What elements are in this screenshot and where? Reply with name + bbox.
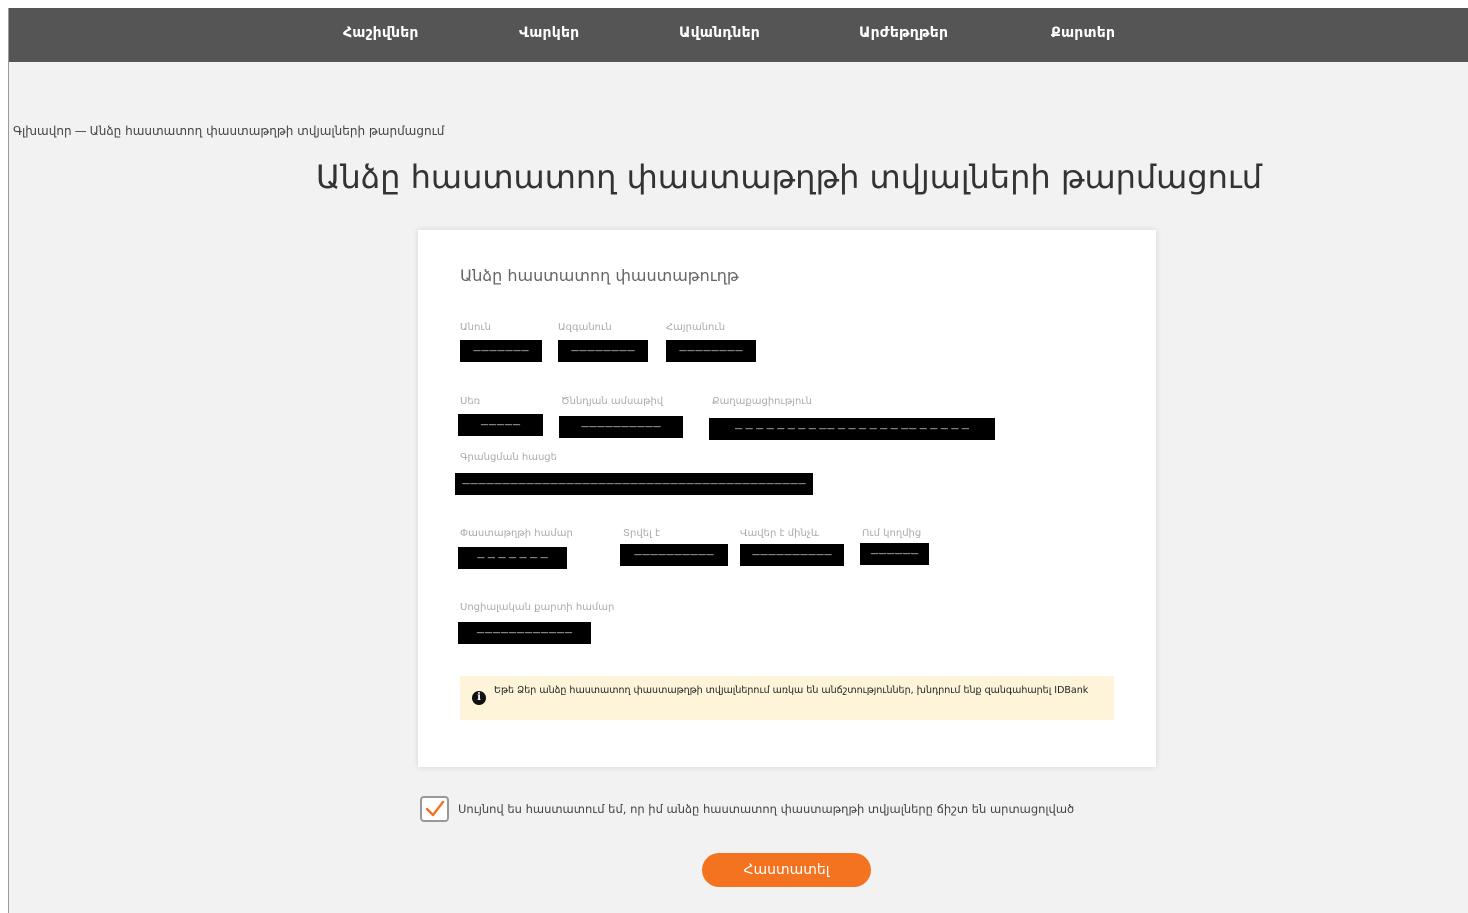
issued-by-value: —————— bbox=[860, 543, 929, 565]
patronymic-value: ———————— bbox=[666, 340, 756, 362]
registration-address-value: ————————————————————————————————————————… bbox=[455, 473, 813, 495]
consent-text: Սույնով ես հաստատում եմ, որ իմ անձը հաստ… bbox=[458, 802, 1075, 816]
field-registration-address: Գրանցման հասցե —————————————————————————… bbox=[455, 452, 815, 496]
field-issued-date: Տրվել է —————————— bbox=[620, 528, 730, 570]
field-gender: Սեռ ————— bbox=[458, 396, 548, 438]
app-frame: Հաշիվներ Վարկեր Ավանդներ Արժեթղթեր Քարտե… bbox=[8, 8, 1468, 913]
citizenship-value: — — — — — — — — —— — — — — — — —— — — — … bbox=[709, 418, 995, 440]
breadcrumb-separator: — bbox=[74, 124, 87, 138]
field-patronymic: Հայրանուն ———————— bbox=[666, 322, 766, 364]
field-first-name: Անուն ——————— bbox=[460, 322, 550, 364]
nav-item-deposits[interactable]: Ավանդներ bbox=[679, 25, 760, 41]
birth-date-value: —————————— bbox=[559, 416, 683, 438]
info-icon: i bbox=[472, 691, 486, 705]
social-card-number-label: Սոցիալական քարտի համար bbox=[460, 602, 615, 613]
page-title: Անձը հաստատող փաստաթղթի տվյալների թարմաց… bbox=[315, 158, 1263, 196]
breadcrumb: Գլխավոր — Անձը հաստատող փաստաթղթի տվյալներ… bbox=[13, 124, 444, 138]
breadcrumb-current: Անձը հաստատող փաստաթղթի տվյալների թարմաց… bbox=[89, 124, 445, 138]
nav-item-accounts[interactable]: Հաշիվներ bbox=[343, 25, 419, 41]
checkmark-icon bbox=[425, 800, 445, 817]
confirm-button[interactable]: Հաստատել bbox=[702, 853, 871, 887]
field-document-number: Փաստաթղթի համար — — — — — — — bbox=[458, 528, 598, 570]
first-name-label: Անուն bbox=[460, 322, 492, 333]
field-social-card-number: Սոցիալական քարտի համար ———————————— bbox=[458, 602, 658, 644]
notice-text: Եթե Ձեր անձը հաստատող փաստաթղթի տվյալներ… bbox=[494, 685, 1089, 696]
citizenship-label: Քաղաքացիություն bbox=[712, 396, 812, 407]
issued-date-value: —————————— bbox=[620, 544, 728, 566]
social-card-number-value: ———————————— bbox=[458, 622, 591, 644]
gender-label: Սեռ bbox=[460, 396, 481, 407]
top-navigation: Հաշիվներ Վարկեր Ավանդներ Արժեթղթեր Քարտե… bbox=[9, 8, 1468, 62]
birth-date-label: Ծննդյան ամսաթիվ bbox=[561, 396, 664, 407]
gender-value: ————— bbox=[458, 414, 543, 436]
field-citizenship: Քաղաքացիություն — — — — — — — — —— — — —… bbox=[709, 396, 999, 440]
field-last-name: Ազգանուն ———————— bbox=[558, 322, 658, 364]
registration-address-label: Գրանցման հասցե bbox=[460, 452, 557, 463]
info-notice: i Եթե Ձեր անձը հաստատող փաստաթղթի տվյալն… bbox=[460, 676, 1114, 720]
valid-until-label: Վավեր է մինչև bbox=[740, 528, 819, 539]
document-number-label: Փաստաթղթի համար bbox=[460, 528, 573, 539]
field-birth-date: Ծննդյան ամսաթիվ —————————— bbox=[559, 396, 689, 438]
breadcrumb-home-link[interactable]: Գլխավոր bbox=[13, 124, 72, 138]
last-name-label: Ազգանուն bbox=[558, 322, 612, 333]
issued-by-label: Ում կողմից bbox=[862, 528, 922, 539]
valid-until-value: —————————— bbox=[740, 544, 844, 566]
card-title: Անձը հաստատող փաստաթուղթ bbox=[460, 266, 739, 285]
first-name-value: ——————— bbox=[460, 340, 542, 362]
document-number-value: — — — — — — — bbox=[458, 547, 567, 569]
consent-checkbox[interactable] bbox=[420, 796, 449, 822]
issued-date-label: Տրվել է bbox=[623, 528, 661, 539]
document-card: Անձը հաստատող փաստաթուղթ Անուն ——————— Ա… bbox=[418, 230, 1156, 767]
nav-item-cards[interactable]: Քարտեր bbox=[1051, 25, 1115, 41]
last-name-value: ———————— bbox=[558, 340, 648, 362]
field-valid-until: Վավեր է մինչև —————————— bbox=[740, 528, 850, 570]
patronymic-label: Հայրանուն bbox=[666, 322, 726, 333]
field-issued-by: Ում կողմից —————— bbox=[860, 528, 932, 570]
nav-item-securities[interactable]: Արժեթղթեր bbox=[859, 25, 948, 41]
nav-item-loans[interactable]: Վարկեր bbox=[519, 25, 579, 41]
